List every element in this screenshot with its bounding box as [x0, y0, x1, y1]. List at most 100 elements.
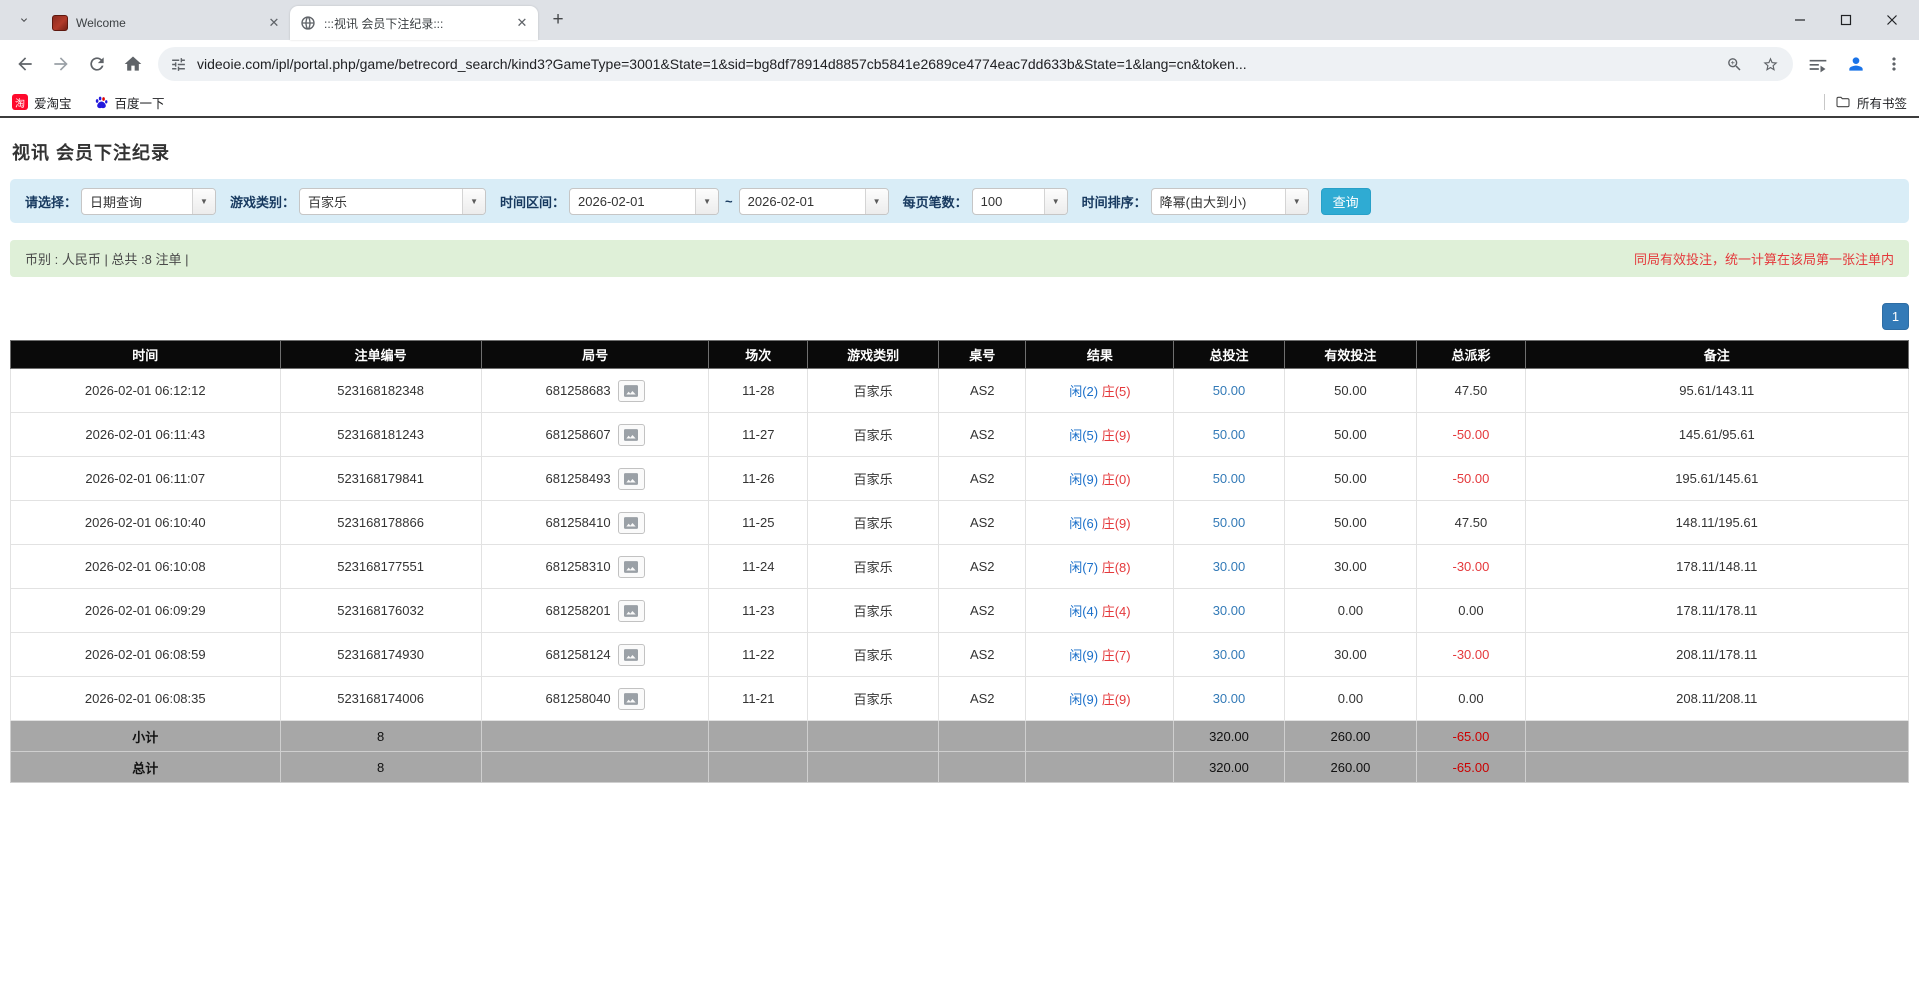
total-bet-link[interactable]: 50.00 — [1213, 383, 1246, 398]
col-note: 备注 — [1525, 341, 1908, 369]
game-type-dropdown[interactable]: 百家乐 ▼ — [299, 188, 486, 215]
date-from-dropdown[interactable]: 2026-02-01 ▼ — [569, 188, 719, 215]
sort-value[interactable]: 降幂(由大到小) — [1152, 189, 1285, 214]
pagination-top: 1 — [10, 303, 1909, 330]
query-type-dropdown[interactable]: 日期查询 ▼ — [81, 188, 216, 215]
result-banker: 庄(4) — [1102, 604, 1131, 619]
cell-time: 2026-02-01 06:08:59 — [11, 633, 281, 677]
cell-table-no: AS2 — [939, 633, 1026, 677]
cell-bet-id: 523168178866 — [280, 501, 481, 545]
cell-result: 闲(4) 庄(4) — [1026, 589, 1174, 633]
date-from-value[interactable]: 2026-02-01 — [570, 189, 695, 214]
per-page-value[interactable]: 100 — [973, 189, 1044, 214]
profile-avatar-icon[interactable] — [1839, 47, 1873, 81]
round-detail-button[interactable] — [618, 424, 645, 446]
address-bar[interactable]: videoie.com/ipl/portal.php/game/betrecor… — [158, 47, 1793, 81]
chevron-down-icon[interactable]: ▼ — [1285, 189, 1308, 214]
site-info-icon[interactable] — [170, 56, 187, 73]
round-detail-button[interactable] — [618, 512, 645, 534]
result-player: 闲(9) — [1069, 472, 1098, 487]
total-label: 总计 — [11, 752, 281, 783]
cell-note: 195.61/145.61 — [1525, 457, 1908, 501]
date-to-value[interactable]: 2026-02-01 — [740, 189, 865, 214]
refresh-button[interactable] — [80, 47, 114, 81]
home-button[interactable] — [116, 47, 150, 81]
cell-table-no: AS2 — [939, 501, 1026, 545]
cell-result: 闲(9) 庄(0) — [1026, 457, 1174, 501]
cell-note: 208.11/178.11 — [1525, 633, 1908, 677]
all-bookmarks-button[interactable]: 所有书签 — [1835, 93, 1907, 112]
total-bet-link[interactable]: 30.00 — [1213, 647, 1246, 662]
query-type-value[interactable]: 日期查询 — [82, 189, 192, 214]
round-detail-button[interactable] — [618, 688, 645, 710]
cell-payout: -50.00 — [1417, 413, 1525, 457]
media-controls-icon[interactable] — [1801, 47, 1835, 81]
bookmark-baidu[interactable]: 百度一下 — [94, 93, 165, 112]
cell-game-type: 百家乐 — [808, 677, 939, 721]
subtotal-total-bet: 320.00 — [1174, 721, 1284, 752]
chevron-down-icon[interactable]: ▼ — [192, 189, 215, 214]
cell-round-id: 681258410 — [481, 501, 709, 545]
table-footer: 小计 8 320.00 260.00 -65.00 总计 8 320.00 26… — [11, 721, 1909, 783]
cell-note: 178.11/148.11 — [1525, 545, 1908, 589]
summary-bar: 币别 : 人民币 | 总共 :8 注单 | 同局有效投注，统一计算在该局第一张注… — [10, 240, 1909, 277]
result-player: 闲(7) — [1069, 560, 1098, 575]
total-bet-link[interactable]: 50.00 — [1213, 471, 1246, 486]
close-window-button[interactable] — [1869, 0, 1915, 40]
total-bet-link[interactable]: 50.00 — [1213, 515, 1246, 530]
subtotal-valid-bet: 260.00 — [1284, 721, 1417, 752]
chevron-down-icon[interactable]: ▼ — [462, 189, 485, 214]
chevron-down-icon[interactable]: ▼ — [1044, 189, 1067, 214]
total-bet-link[interactable]: 50.00 — [1213, 427, 1246, 442]
total-bet-link[interactable]: 30.00 — [1213, 559, 1246, 574]
result-player: 闲(5) — [1069, 428, 1098, 443]
tab-welcome[interactable]: Welcome ✕ — [42, 6, 290, 40]
cell-game-type: 百家乐 — [808, 369, 939, 413]
col-time: 时间 — [11, 341, 281, 369]
cell-bet-id: 523168179841 — [280, 457, 481, 501]
tab-close-icon[interactable]: ✕ — [266, 15, 282, 31]
tab-search-button[interactable] — [10, 6, 38, 34]
total-bet-link[interactable]: 30.00 — [1213, 603, 1246, 618]
round-detail-button[interactable] — [618, 380, 645, 402]
bookmark-star-icon[interactable] — [1757, 51, 1783, 77]
zoom-icon[interactable] — [1721, 51, 1747, 77]
bookmark-aitaobao[interactable]: 淘 爱淘宝 — [12, 93, 72, 112]
cell-session: 11-23 — [709, 589, 808, 633]
date-to-dropdown[interactable]: 2026-02-01 ▼ — [739, 188, 889, 215]
tab-bet-records[interactable]: :::视讯 会员下注纪录::: ✕ — [290, 6, 538, 40]
forward-button[interactable] — [44, 47, 78, 81]
maximize-button[interactable] — [1823, 0, 1869, 40]
round-detail-button[interactable] — [618, 644, 645, 666]
browser-menu-icon[interactable] — [1877, 47, 1911, 81]
result-banker: 庄(9) — [1102, 428, 1131, 443]
replay-image-icon — [624, 385, 638, 397]
chevron-down-icon[interactable]: ▼ — [865, 189, 888, 214]
cell-session: 11-24 — [709, 545, 808, 589]
page-1-button[interactable]: 1 — [1882, 303, 1909, 330]
cell-result: 闲(9) 庄(9) — [1026, 677, 1174, 721]
per-page-dropdown[interactable]: 100 ▼ — [972, 188, 1068, 215]
url-text[interactable]: videoie.com/ipl/portal.php/game/betrecor… — [197, 56, 1711, 72]
bookmarks-right: 所有书签 — [1824, 93, 1907, 112]
round-detail-button[interactable] — [618, 468, 645, 490]
round-detail-button[interactable] — [618, 600, 645, 622]
back-button[interactable] — [8, 47, 42, 81]
col-game-type: 游戏类别 — [808, 341, 939, 369]
total-bet-link[interactable]: 30.00 — [1213, 691, 1246, 706]
subtotal-payout: -65.00 — [1417, 721, 1525, 752]
sort-dropdown[interactable]: 降幂(由大到小) ▼ — [1151, 188, 1309, 215]
welcome-favicon-icon — [52, 15, 68, 31]
new-tab-button[interactable]: + — [544, 6, 572, 34]
round-detail-button[interactable] — [618, 556, 645, 578]
search-button[interactable]: 查询 — [1321, 188, 1371, 215]
tab-title: :::视讯 会员下注纪录::: — [324, 15, 506, 32]
window-controls — [1777, 0, 1915, 40]
result-banker: 庄(9) — [1102, 516, 1131, 531]
filter-bar: 请选择： 日期查询 ▼ 游戏类别： 百家乐 ▼ 时间区间： 2026-02-01… — [10, 179, 1909, 223]
tab-close-icon[interactable]: ✕ — [514, 15, 530, 31]
minimize-button[interactable] — [1777, 0, 1823, 40]
cell-valid-bet: 50.00 — [1284, 413, 1417, 457]
game-type-value[interactable]: 百家乐 — [300, 189, 462, 214]
chevron-down-icon[interactable]: ▼ — [695, 189, 718, 214]
